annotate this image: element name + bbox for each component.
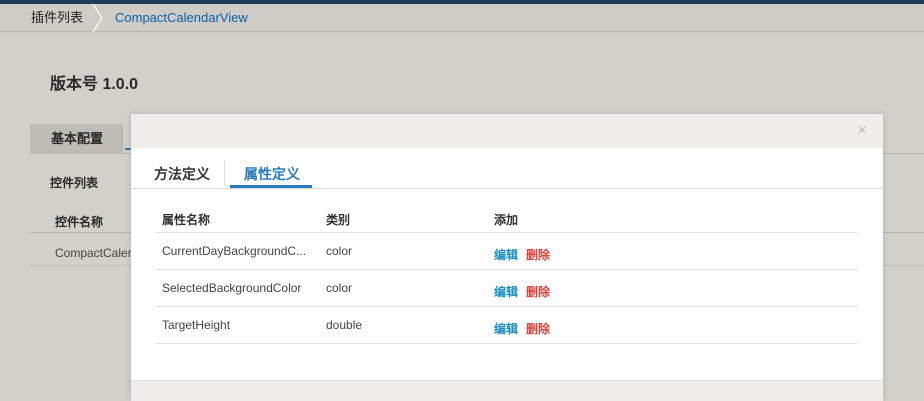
breadcrumb-home-link[interactable]: 插件列表 bbox=[0, 4, 97, 32]
row-actions: 编辑 删除 bbox=[494, 320, 550, 337]
type-column-header: 类别 bbox=[326, 213, 351, 227]
delete-link[interactable]: 删除 bbox=[526, 248, 550, 262]
version-title: 版本号 1.0.0 bbox=[50, 76, 139, 93]
table-header-row: 属性名称 类别 添加 bbox=[156, 202, 858, 233]
row-actions: 编辑 删除 bbox=[494, 283, 550, 300]
tab-method-definition[interactable]: 方法定义 bbox=[154, 164, 210, 184]
tab-basic-config[interactable]: 基本配置 bbox=[30, 124, 123, 154]
close-icon[interactable]: × bbox=[855, 123, 869, 139]
control-name-column-header: 控件名称 bbox=[55, 215, 104, 229]
control-list-title: 控件列表 bbox=[50, 176, 99, 190]
property-name-column-header: 属性名称 bbox=[162, 213, 211, 227]
table-row: TargetHeight double 编辑 删除 bbox=[156, 307, 858, 344]
property-type-cell: color bbox=[326, 281, 353, 295]
delete-link[interactable]: 删除 bbox=[526, 285, 550, 299]
property-type-cell: color bbox=[326, 244, 353, 258]
delete-link[interactable]: 删除 bbox=[526, 322, 550, 336]
edit-link[interactable]: 编辑 bbox=[494, 248, 518, 262]
dialog-header: × bbox=[131, 114, 883, 148]
property-name-cell: CurrentDayBackgroundC... bbox=[162, 244, 307, 258]
dialog-tab-bar: 方法定义 属性定义 bbox=[131, 148, 883, 189]
add-property-link[interactable]: 添加 bbox=[494, 211, 518, 228]
breadcrumb-current: CompactCalendarView bbox=[115, 10, 248, 25]
tab-divider bbox=[224, 160, 225, 186]
edit-link[interactable]: 编辑 bbox=[494, 322, 518, 336]
property-name-cell: SelectedBackgroundColor bbox=[162, 281, 302, 295]
edit-link[interactable]: 编辑 bbox=[494, 285, 518, 299]
control-name-cell: CompactCaler bbox=[55, 246, 132, 260]
property-name-cell: TargetHeight bbox=[162, 318, 231, 332]
property-definition-dialog: × 方法定义 属性定义 属性名称 类别 添加 CurrentDayBackgro… bbox=[131, 114, 883, 401]
dialog-footer bbox=[131, 380, 883, 401]
property-type-cell: double bbox=[326, 318, 363, 332]
tab-active-underline bbox=[230, 185, 312, 188]
table-row: SelectedBackgroundColor color 编辑 删除 bbox=[156, 270, 858, 307]
tab-property-definition[interactable]: 属性定义 bbox=[244, 164, 300, 184]
row-actions: 编辑 删除 bbox=[494, 246, 550, 263]
breadcrumb: 插件列表 CompactCalendarView bbox=[0, 4, 924, 32]
table-row: CurrentDayBackgroundC... color 编辑 删除 bbox=[156, 233, 858, 270]
tab-divider bbox=[122, 128, 123, 150]
property-table: 属性名称 类别 添加 CurrentDayBackgroundC... colo… bbox=[156, 202, 858, 344]
